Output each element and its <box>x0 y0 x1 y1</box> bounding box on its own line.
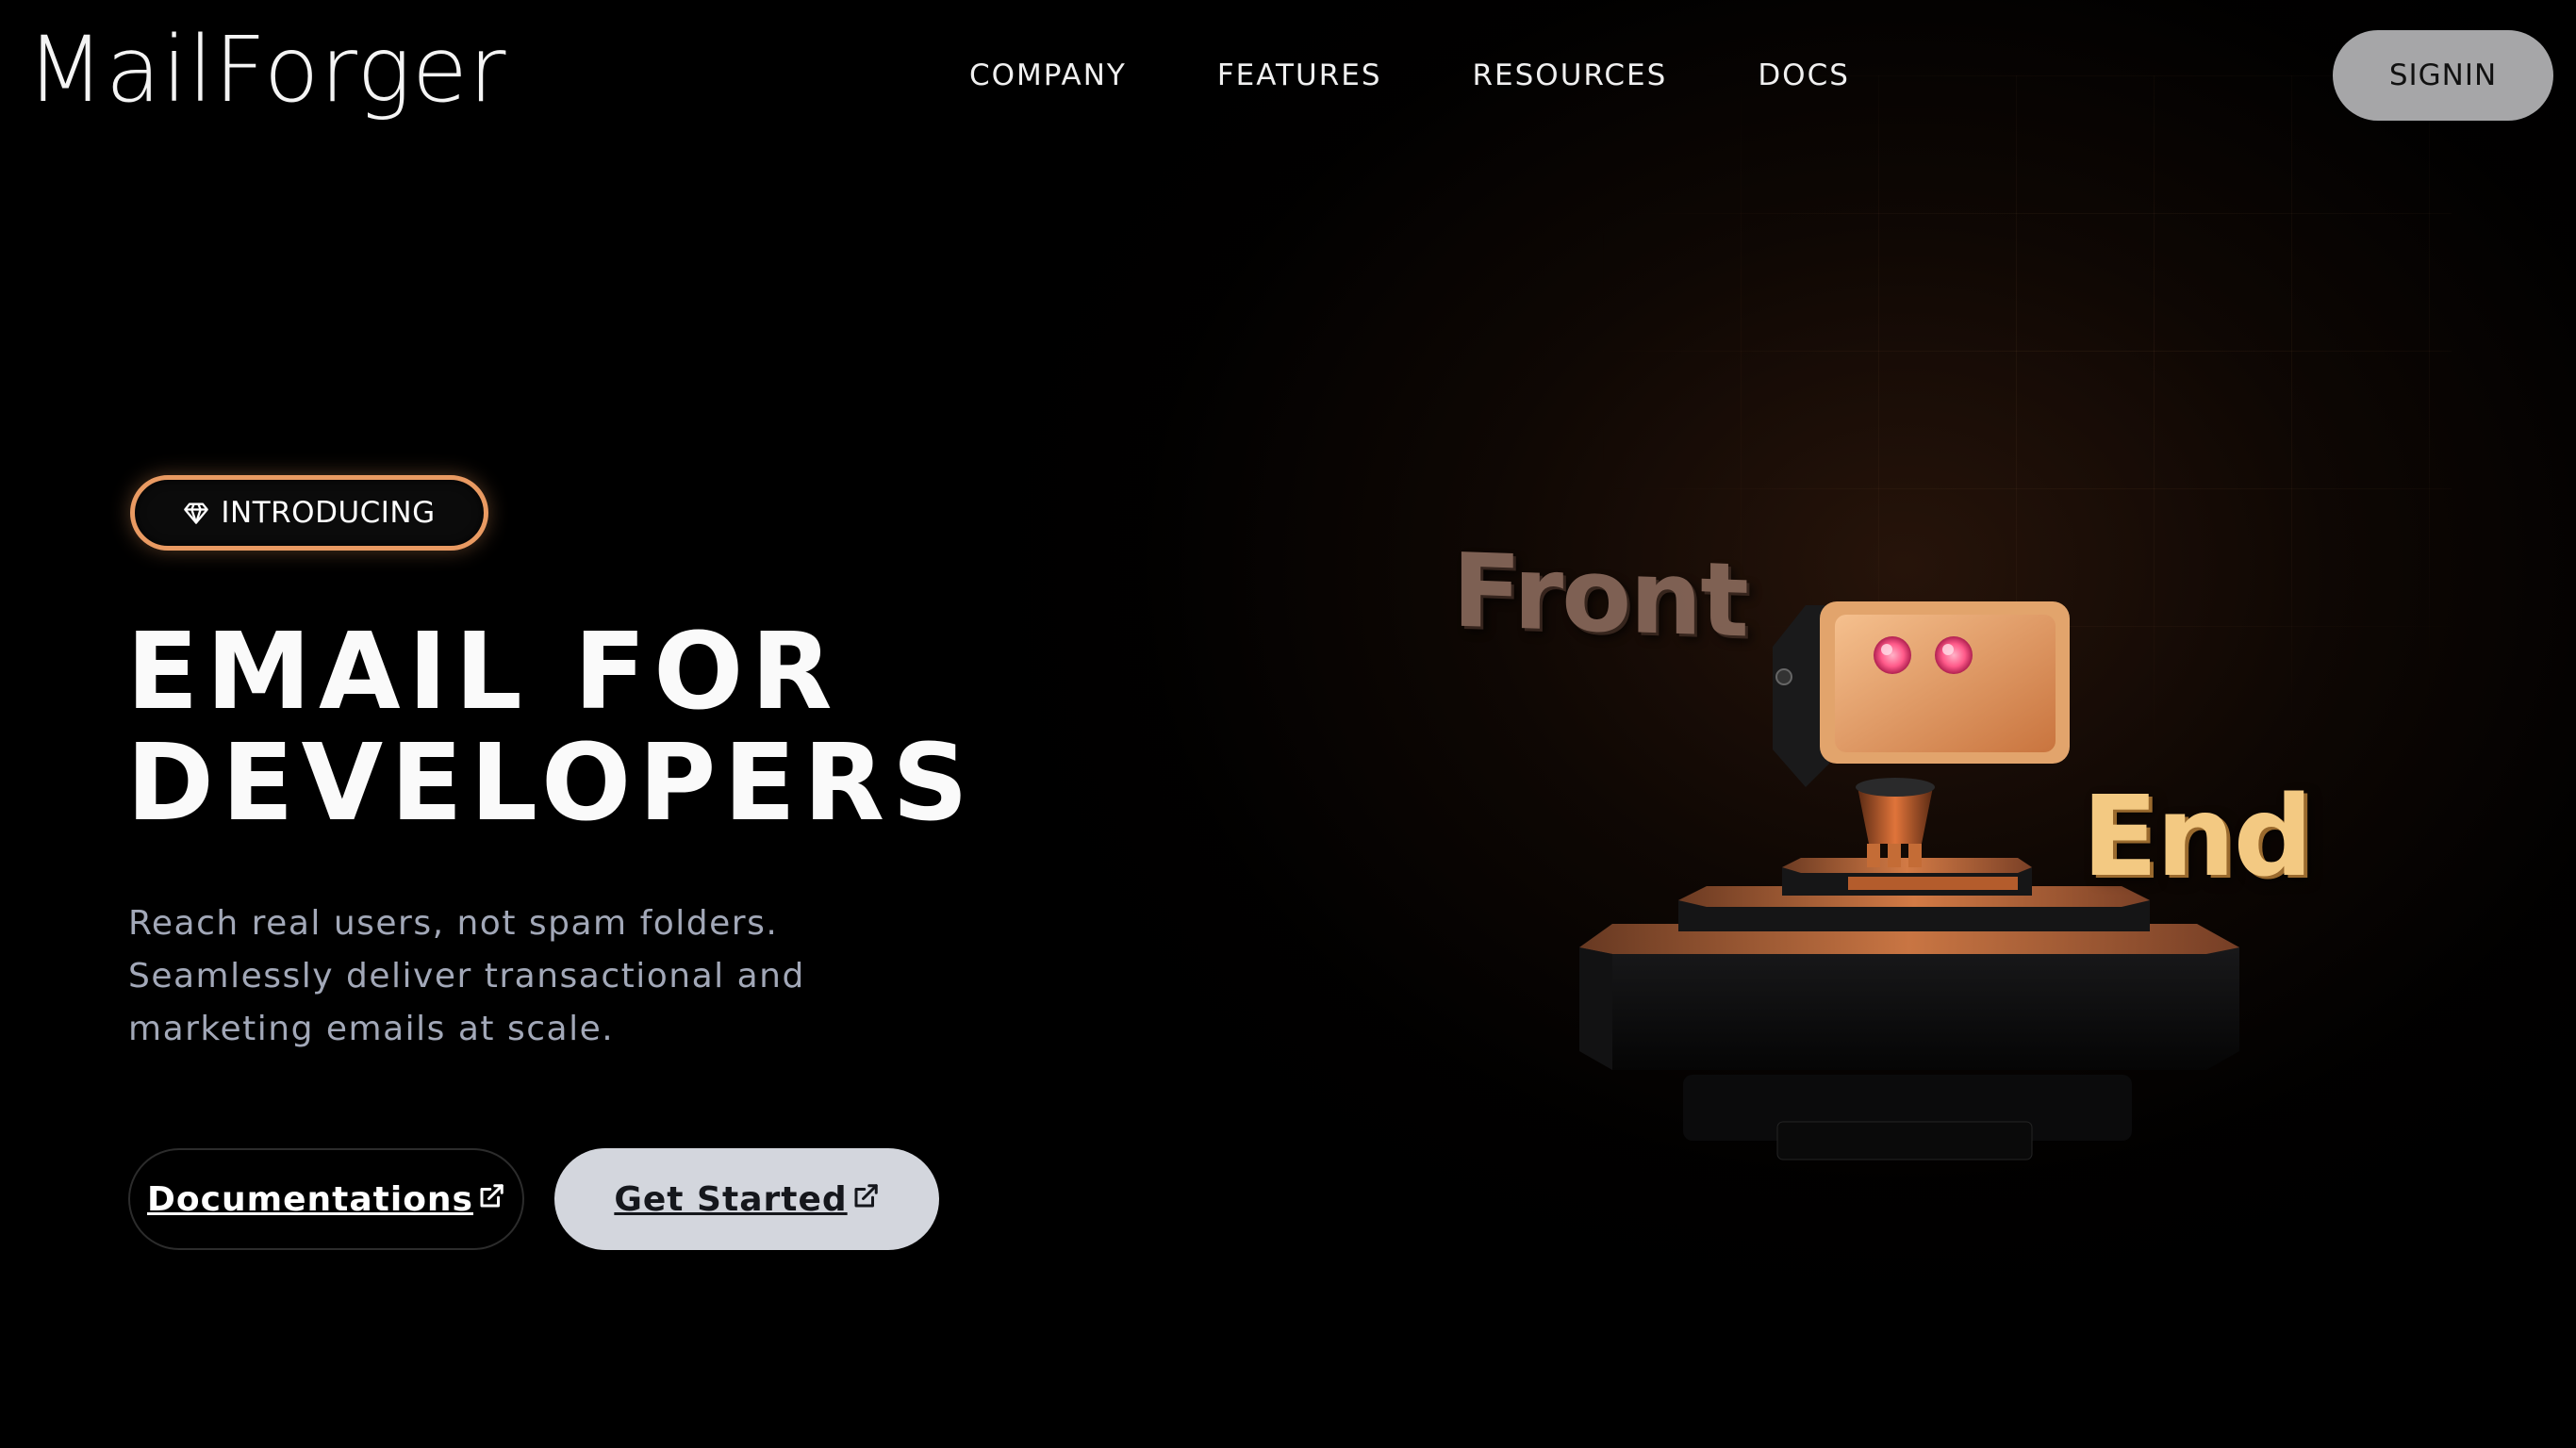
documentations-button-label: Documentations <box>147 1179 473 1219</box>
headline-line-1: EMAIL FOR <box>126 611 840 733</box>
get-started-button-label: Get Started <box>614 1179 848 1219</box>
hero-subtext: Reach real users, not spam folders. Seam… <box>128 897 845 1056</box>
get-started-button[interactable]: Get Started <box>554 1148 939 1250</box>
nav-item-features[interactable]: FEATURES <box>1217 57 1382 94</box>
diamond-icon <box>183 500 209 526</box>
headline-line-2: DEVELOPERS <box>126 722 976 845</box>
subtext-line-1: Reach real users, not spam folders. <box>128 904 779 943</box>
subtext-line-2: Seamlessly deliver transactional and <box>128 957 805 996</box>
introducing-badge: INTRODUCING <box>130 475 488 551</box>
top-nav: COMPANY FEATURES RESOURCES DOCS <box>969 57 1940 94</box>
nav-item-docs[interactable]: DOCS <box>1758 57 1850 94</box>
landing-page: MailForger COMPANY FEATURES RESOURCES DO… <box>0 0 2576 1448</box>
logo[interactable]: MailForger <box>26 20 506 121</box>
hero-headline: EMAIL FOR DEVELOPERS <box>126 617 976 839</box>
nav-item-resources[interactable]: RESOURCES <box>1473 57 1668 94</box>
external-link-icon <box>851 1180 880 1209</box>
signin-button[interactable]: SIGNIN <box>2333 30 2553 121</box>
documentations-button[interactable]: Documentations <box>128 1148 524 1250</box>
end-3d-text: End <box>2082 771 2313 901</box>
badge-label: INTRODUCING <box>221 496 436 530</box>
subtext-line-3: marketing emails at scale. <box>128 1010 615 1048</box>
nav-item-company[interactable]: COMPANY <box>969 57 1127 94</box>
external-link-icon <box>477 1180 505 1209</box>
